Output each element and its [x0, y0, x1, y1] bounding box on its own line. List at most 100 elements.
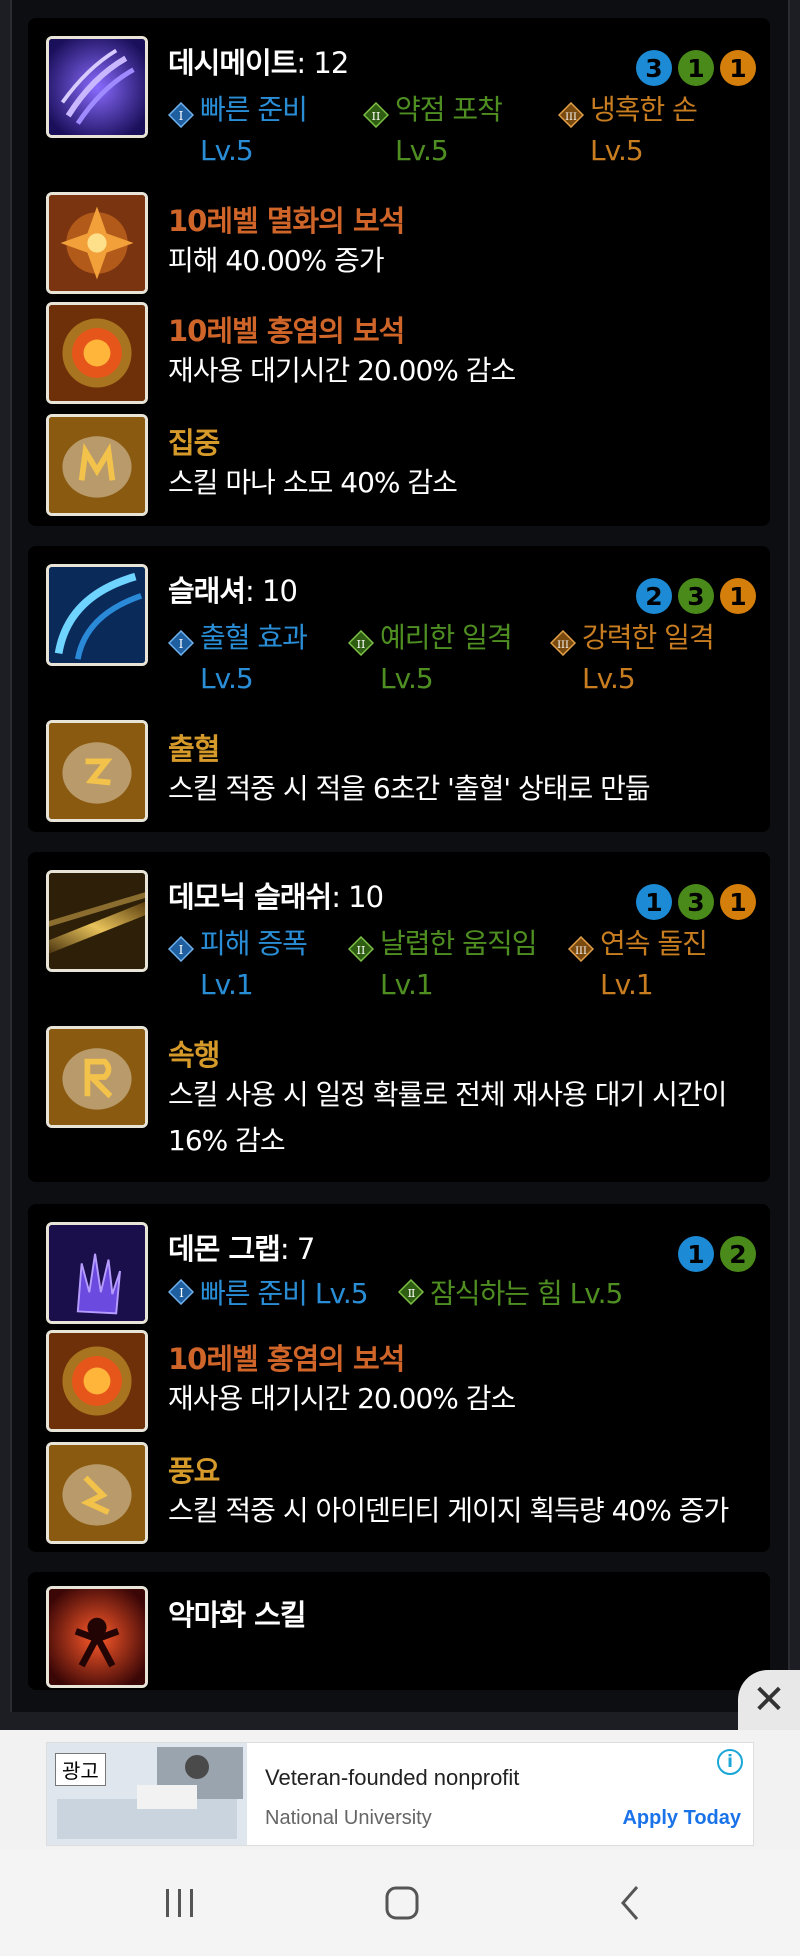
- skill-card-slasher: 슬래셔: 10 2 3 1 I 출혈 효과 Lv.5 II 예리한 일격 Lv.…: [28, 546, 770, 832]
- slasher-skill-icon[interactable]: [46, 564, 148, 666]
- slasher-skill-name: 슬래셔: 10: [168, 574, 298, 608]
- tripod-name: 강력한 일격: [582, 621, 715, 654]
- tripod-1[interactable]: I 빠른 준비 Lv.5: [168, 1272, 369, 1312]
- skill-card-demon-grab: 데몬 그랩: 7 1 2 I 빠른 준비 Lv.5 II 잠식하는 힘 Lv.5…: [28, 1204, 770, 1552]
- crimson-flame-gem-icon[interactable]: [46, 302, 148, 404]
- tripod-level: Lv.5: [395, 134, 449, 167]
- tripod-summary: 2 3 1: [636, 578, 756, 614]
- demonize-skill-icon[interactable]: [46, 1586, 148, 1688]
- bleed-rune-icon[interactable]: [46, 720, 148, 822]
- tripod-dot-2: 2: [720, 1236, 756, 1272]
- rune-title: 속행: [168, 1038, 220, 1072]
- tripod-dot-2: 3: [678, 578, 714, 614]
- demonic-slash-skill-icon[interactable]: [46, 870, 148, 972]
- skills-panel: 데시메이트: 12 3 1 1 I 빠른 준비 Lv.5 II 약점 포착 Lv…: [0, 0, 800, 1730]
- tripod-dot-1: 3: [636, 50, 672, 86]
- tripod-tier-2-icon: II: [363, 102, 389, 128]
- tripod-tier-3-icon: III: [550, 630, 576, 656]
- recent-apps-icon: [166, 1889, 193, 1917]
- tripod-tier-1-icon: I: [168, 936, 194, 962]
- skill-card-decimate: 데시메이트: 12 3 1 1 I 빠른 준비 Lv.5 II 약점 포착 Lv…: [28, 18, 770, 526]
- svg-text:I: I: [179, 637, 184, 651]
- tripod-level: Lv.1: [600, 968, 654, 1001]
- tripod-level: Lv.1: [200, 968, 254, 1001]
- rune-title: 출혈: [168, 732, 220, 766]
- rune-description: 스킬 적중 시 적을 6초간 '출혈' 상태로 만듦: [168, 772, 651, 805]
- tripod-tier-3-icon: III: [568, 936, 594, 962]
- svg-text:II: II: [357, 944, 366, 957]
- svg-text:I: I: [179, 109, 184, 123]
- demonize-skill-name: 악마화 스킬: [168, 1598, 306, 1632]
- tripod-name: 빠른 준비 Lv.5: [200, 1277, 369, 1310]
- home-icon: [385, 1886, 419, 1920]
- gem-title: 10레벨 홍염의 보석: [168, 314, 405, 348]
- tripod-name: 날렵한 움직임: [380, 927, 537, 960]
- tripod-level: Lv.5: [200, 134, 254, 167]
- skill-card-demonize: 악마화 스킬: [28, 1572, 770, 1690]
- rune-description: 스킬 마나 소모 40% 감소: [168, 466, 458, 499]
- rune-description-line-1: 스킬 사용 시 일정 확률로 전체 재사용 대기 시간이: [168, 1078, 727, 1111]
- demon-grab-skill-icon[interactable]: [46, 1222, 148, 1324]
- tripod-name: 냉혹한 손: [590, 93, 698, 126]
- svg-text:III: III: [565, 112, 577, 123]
- tripod-level: Lv.5: [590, 134, 644, 167]
- rune-description: 스킬 적중 시 아이덴티티 게이지 획득량 40% 증가: [168, 1494, 729, 1527]
- tripod-level: Lv.5: [200, 662, 254, 695]
- tripod-summary: 1 2: [678, 1236, 756, 1272]
- tripod-summary: 3 1 1: [636, 50, 756, 86]
- tripod-tier-2-icon: II: [398, 1279, 424, 1305]
- focus-rune-icon[interactable]: [46, 414, 148, 516]
- tripod-dot-3: 1: [720, 578, 756, 614]
- tripod-2[interactable]: II 잠식하는 힘 Lv.5: [398, 1272, 623, 1312]
- tripod-level: Lv.5: [582, 662, 636, 695]
- tripod-tier-1-icon: I: [168, 102, 194, 128]
- svg-text:I: I: [179, 943, 184, 957]
- home-button[interactable]: [372, 1880, 432, 1926]
- close-ad-button[interactable]: ✕: [738, 1670, 800, 1730]
- svg-text:II: II: [372, 110, 381, 123]
- rune-description: 스킬 사용 시 일정 확률로 전체 재사용 대기 시간이 16% 감소: [168, 1072, 778, 1164]
- tripod-name: 연속 돌진: [600, 927, 708, 960]
- gem-description: 재사용 대기시간 20.00% 감소: [168, 1382, 516, 1415]
- tripod-name: 약점 포착: [395, 93, 503, 126]
- ad-info-icon[interactable]: i: [717, 1749, 743, 1775]
- tripod-dot-1: 2: [636, 578, 672, 614]
- tripod-name: 예리한 일격: [380, 621, 513, 654]
- demon-grab-skill-name: 데몬 그랩: 7: [168, 1232, 315, 1266]
- tripod-name: 빠른 준비: [200, 93, 308, 126]
- tripod-dot-3: 1: [720, 50, 756, 86]
- tripod-tier-2-icon: II: [348, 630, 374, 656]
- tripod-tier-1-icon: I: [168, 1279, 194, 1305]
- svg-text:II: II: [357, 638, 366, 651]
- tripod-summary: 1 3 1: [636, 884, 756, 920]
- ad-cta-button[interactable]: Apply Today: [622, 1807, 741, 1830]
- rune-title: 풍요: [168, 1454, 220, 1488]
- tripod-dot-1: 1: [636, 884, 672, 920]
- tripod-level: Lv.5: [380, 662, 434, 695]
- gem-title: 10레벨 멸화의 보석: [168, 204, 405, 238]
- tripod-tier-2-icon: II: [348, 936, 374, 962]
- tripod-tier-1-icon: I: [168, 630, 194, 656]
- tripod-dot-1: 1: [678, 1236, 714, 1272]
- svg-text:III: III: [557, 640, 569, 651]
- tripod-name: 피해 증폭: [200, 927, 308, 960]
- ad-badge: 광고: [55, 1753, 106, 1786]
- annihilation-gem-icon[interactable]: [46, 192, 148, 294]
- back-icon: [621, 1886, 639, 1920]
- ad-sponsor: National University: [265, 1807, 432, 1829]
- svg-text:II: II: [408, 1287, 415, 1300]
- system-nav-bar: [0, 1850, 800, 1956]
- abundance-rune-icon[interactable]: [46, 1442, 148, 1544]
- swiftness-rune-icon[interactable]: [46, 1026, 148, 1128]
- ad-title[interactable]: Veteran-founded nonprofit: [265, 1765, 519, 1791]
- svg-text:III: III: [575, 946, 587, 957]
- tripod-dot-2: 3: [678, 884, 714, 920]
- back-button[interactable]: [600, 1880, 660, 1926]
- rune-title: 집중: [168, 426, 220, 460]
- rune-description-line-2: 16% 감소: [168, 1124, 286, 1157]
- ad-content[interactable]: 광고 Veteran-founded nonprofit National Un…: [46, 1742, 754, 1846]
- tripod-level: Lv.1: [380, 968, 434, 1001]
- crimson-flame-gem-icon[interactable]: [46, 1330, 148, 1432]
- recent-apps-button[interactable]: [150, 1880, 210, 1926]
- decimate-skill-icon[interactable]: [46, 36, 148, 138]
